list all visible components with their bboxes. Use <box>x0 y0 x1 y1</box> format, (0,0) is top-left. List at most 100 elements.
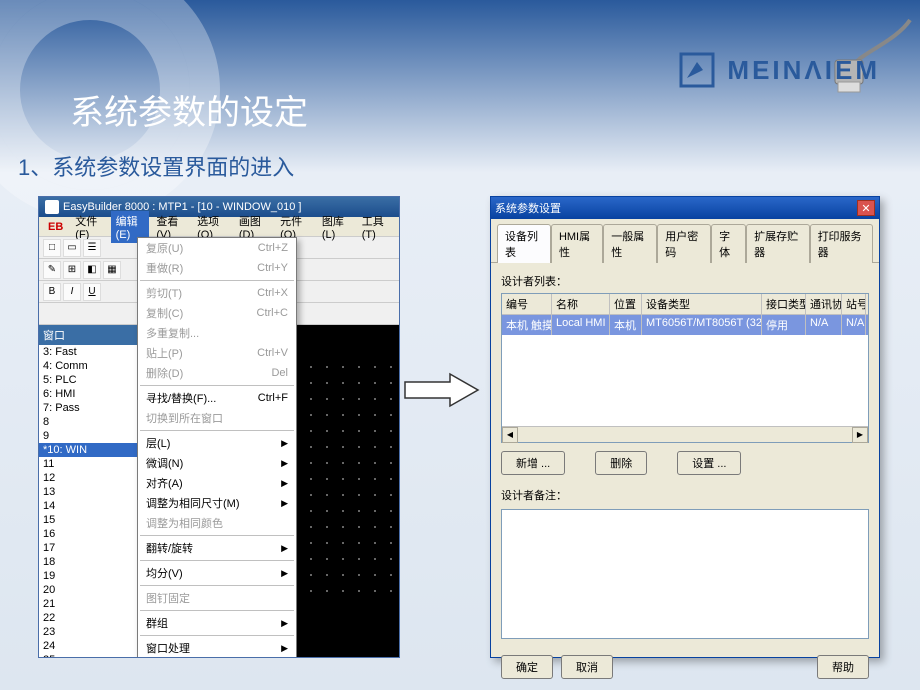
tree-item[interactable]: 15 <box>39 513 138 527</box>
toolbar-button[interactable]: ▭ <box>63 239 81 257</box>
delete-button[interactable]: 删除 <box>595 451 647 475</box>
grid-empty-area <box>502 335 868 426</box>
submenu-arrow-icon: ▶ <box>281 568 288 579</box>
comment-textarea[interactable] <box>501 509 869 639</box>
dialog-title: 系统参数设置 <box>495 200 561 216</box>
tree-item[interactable]: 18 <box>39 555 138 569</box>
cell: 停用 <box>762 315 806 335</box>
menu-item: 多重复制... <box>138 323 296 343</box>
toolbar-button[interactable]: □ <box>43 239 61 257</box>
brand-text: ΜΕΙΝΛΙΕΜ <box>727 55 880 86</box>
submenu-arrow-icon: ▶ <box>281 478 288 489</box>
cancel-button[interactable]: 取消 <box>561 655 613 679</box>
column-header[interactable]: 设备类型 <box>642 294 762 314</box>
sidebar-header: 窗口 <box>39 325 138 345</box>
toolbar-button[interactable]: U <box>83 283 101 301</box>
edit-menu-dropdown[interactable]: 复原(U)Ctrl+Z重做(R)Ctrl+Y剪切(T)Ctrl+X复制(C)Ct… <box>137 237 297 658</box>
tree-item[interactable]: 20 <box>39 583 138 597</box>
menu-item[interactable]: 群组▶ <box>138 613 296 633</box>
slide-title: 系统参数的设定 <box>70 85 308 134</box>
tab[interactable]: 扩展存贮器 <box>746 224 809 263</box>
tree-item[interactable]: 14 <box>39 499 138 513</box>
menu-item[interactable]: 图库(L) <box>317 211 355 243</box>
column-header[interactable]: 名称 <box>552 294 610 314</box>
menu-item[interactable]: 微调(N)▶ <box>138 453 296 473</box>
window-list-sidebar[interactable]: 窗口 3: Fast4: Comm5: PLC6: HMI7: Pass89*1… <box>39 325 139 658</box>
eb-badge: EB <box>43 219 68 235</box>
column-header[interactable]: 站号 <box>842 294 866 314</box>
tree-item[interactable]: 5: PLC <box>39 373 138 387</box>
tab-bar[interactable]: 设备列表HMI属性一般属性用户密码字体扩展存贮器打印服务器 <box>491 219 879 263</box>
scroll-right-button[interactable]: ▶ <box>852 427 868 443</box>
tree-item[interactable]: 6: HMI <box>39 387 138 401</box>
menu-item[interactable]: 寻找/替换(F)...Ctrl+F <box>138 388 296 408</box>
menu-separator <box>140 430 294 431</box>
tree-item[interactable]: 21 <box>39 597 138 611</box>
tab[interactable]: 用户密码 <box>657 224 711 263</box>
menu-item[interactable]: 层(L)▶ <box>138 433 296 453</box>
help-button[interactable]: 帮助 <box>817 655 869 679</box>
column-header[interactable]: 通讯协议 <box>806 294 842 314</box>
tree-item[interactable]: 9 <box>39 429 138 443</box>
toolbar-button[interactable]: ☰ <box>83 239 101 257</box>
tab[interactable]: 设备列表 <box>497 224 551 263</box>
menu-item: 剪切(T)Ctrl+X <box>138 283 296 303</box>
column-header[interactable]: 编号 <box>502 294 552 314</box>
tree-item[interactable]: 16 <box>39 527 138 541</box>
menu-item[interactable]: 均分(V)▶ <box>138 563 296 583</box>
brand-logo: ΜΕΙΝΛΙΕΜ <box>677 50 880 90</box>
ok-button[interactable]: 确定 <box>501 655 553 679</box>
tree-item[interactable]: *10: WIN <box>39 443 138 457</box>
dialog-titlebar[interactable]: 系统参数设置 ✕ <box>491 197 879 219</box>
menu-item[interactable]: 窗口处理▶ <box>138 638 296 658</box>
toolbar-button[interactable]: ▦ <box>103 261 121 279</box>
menu-item[interactable]: 工具(T) <box>357 211 395 243</box>
scroll-left-button[interactable]: ◀ <box>502 427 518 443</box>
toolbar-button[interactable]: ⊞ <box>63 261 81 279</box>
system-params-dialog: 系统参数设置 ✕ 设备列表HMI属性一般属性用户密码字体扩展存贮器打印服务器 设… <box>490 196 880 658</box>
tree-item[interactable]: 3: Fast <box>39 345 138 359</box>
toolbar-button[interactable]: I <box>63 283 81 301</box>
column-header[interactable]: 位置 <box>610 294 642 314</box>
tab[interactable]: 打印服务器 <box>810 224 873 263</box>
menu-separator <box>140 535 294 536</box>
toolbar-button[interactable]: B <box>43 283 61 301</box>
tree-item[interactable]: 11 <box>39 457 138 471</box>
tree-item[interactable]: 22 <box>39 611 138 625</box>
close-button[interactable]: ✕ <box>857 200 875 216</box>
tree-item[interactable]: 25 <box>39 653 138 658</box>
menubar[interactable]: EB 文件(F)编辑(E)查看(V)选项(O)画图(D)元件(O)图库(L)工具… <box>39 217 399 237</box>
toolbar-button[interactable]: ✎ <box>43 261 61 279</box>
list-label: 设计者列表： <box>501 273 869 289</box>
grid-header: 编号名称位置设备类型接口类型通讯协议站号 <box>502 294 868 315</box>
grid-row[interactable]: 本机 触摸屏Local HMI本机MT6056T/MT8056T (320 x … <box>502 315 868 335</box>
new-button[interactable]: 新增 ... <box>501 451 565 475</box>
slide-subtitle: 1、系统参数设置界面的进入 <box>18 150 294 182</box>
tree-item[interactable]: 8 <box>39 415 138 429</box>
toolbar-button[interactable]: ◧ <box>83 261 101 279</box>
menu-item[interactable]: 翻转/旋转▶ <box>138 538 296 558</box>
tab[interactable]: 一般属性 <box>603 224 657 263</box>
menu-item: 复原(U)Ctrl+Z <box>138 238 296 258</box>
tree-item[interactable]: 12 <box>39 471 138 485</box>
cell: N/A <box>806 315 842 335</box>
tree-item[interactable]: 17 <box>39 541 138 555</box>
tree-item[interactable]: 7: Pass <box>39 401 138 415</box>
settings-button[interactable]: 设置 ... <box>677 451 741 475</box>
submenu-arrow-icon: ▶ <box>281 498 288 509</box>
tab[interactable]: HMI属性 <box>551 224 603 263</box>
device-grid[interactable]: 编号名称位置设备类型接口类型通讯协议站号 本机 触摸屏Local HMI本机MT… <box>501 293 869 443</box>
tree-item[interactable]: 4: Comm <box>39 359 138 373</box>
tree-item[interactable]: 13 <box>39 485 138 499</box>
menu-item: 切换到所在窗口 <box>138 408 296 428</box>
horizontal-scrollbar[interactable]: ◀ ▶ <box>502 426 868 442</box>
menu-separator <box>140 610 294 611</box>
column-header[interactable]: 接口类型 <box>762 294 806 314</box>
menu-item[interactable]: 对齐(A)▶ <box>138 473 296 493</box>
menu-item[interactable]: 调整为相同尺寸(M)▶ <box>138 493 296 513</box>
tree-item[interactable]: 24 <box>39 639 138 653</box>
tree-item[interactable]: 19 <box>39 569 138 583</box>
tree-item[interactable]: 23 <box>39 625 138 639</box>
tab[interactable]: 字体 <box>711 224 746 263</box>
menu-item: 贴上(P)Ctrl+V <box>138 343 296 363</box>
